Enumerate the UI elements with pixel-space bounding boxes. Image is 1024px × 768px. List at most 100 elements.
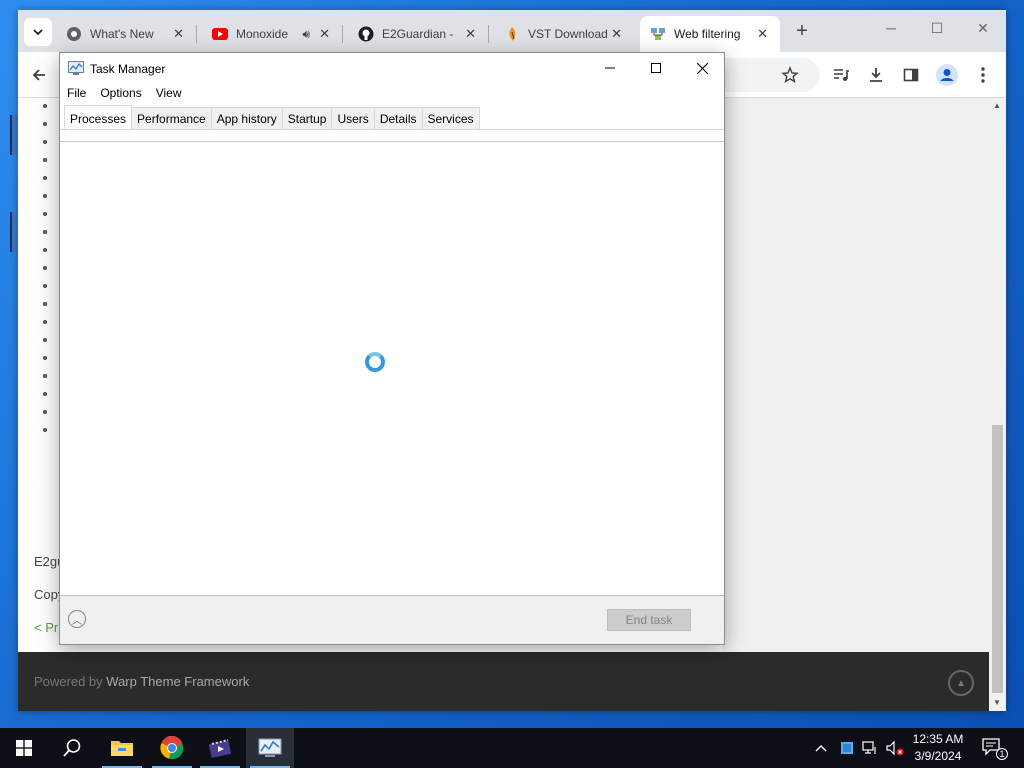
profile-button[interactable] bbox=[934, 62, 960, 88]
window-title: Task Manager bbox=[90, 62, 166, 76]
tab-vst-download[interactable]: VST Download ✕ bbox=[494, 18, 634, 50]
side-panel-icon bbox=[903, 68, 919, 82]
show-hidden-icons-button[interactable] bbox=[814, 728, 828, 768]
footer-prefix: Powered by bbox=[34, 674, 103, 689]
network-icon bbox=[650, 26, 666, 42]
task-manager-window: Task Manager File Options View Processes… bbox=[59, 52, 725, 645]
back-button[interactable] bbox=[26, 62, 52, 88]
more-vertical-icon bbox=[981, 67, 985, 83]
tab-e2guardian[interactable]: E2Guardian - ✕ bbox=[348, 18, 489, 50]
tab-web-filtering[interactable]: Web filtering ✕ bbox=[640, 16, 780, 52]
taskbar-chrome[interactable] bbox=[148, 728, 196, 768]
notification-count-badge: 1 bbox=[996, 748, 1008, 760]
scroll-to-top-button[interactable]: ▲ bbox=[948, 670, 974, 696]
app-tray-icon bbox=[841, 742, 853, 754]
file-explorer-icon bbox=[111, 741, 133, 756]
tab-search-button[interactable] bbox=[24, 18, 52, 46]
close-icon[interactable]: ✕ bbox=[465, 26, 476, 42]
scroll-thumb[interactable] bbox=[992, 425, 1003, 693]
tab-users[interactable]: Users bbox=[331, 107, 375, 129]
network-icon bbox=[862, 741, 876, 754]
bullet-list bbox=[43, 104, 47, 446]
bookmark-star-button[interactable] bbox=[777, 62, 803, 88]
menu-bar: File Options View bbox=[60, 83, 189, 103]
new-tab-button[interactable]: + bbox=[790, 20, 814, 44]
chrome-icon bbox=[66, 26, 82, 42]
fl-studio-icon bbox=[504, 26, 520, 42]
fewer-details-button[interactable]: ︿ bbox=[68, 610, 86, 628]
close-icon[interactable]: ✕ bbox=[757, 26, 768, 42]
previous-link[interactable]: < Pr bbox=[34, 620, 58, 635]
menu-options[interactable]: Options bbox=[93, 83, 148, 103]
search-icon bbox=[63, 739, 81, 757]
notifications-button[interactable]: 1 bbox=[982, 738, 1008, 760]
youtube-icon bbox=[212, 26, 228, 42]
taskbar-file-explorer[interactable] bbox=[98, 728, 146, 768]
maximize-button[interactable]: ☐ bbox=[914, 20, 960, 40]
task-manager-icon bbox=[258, 738, 282, 757]
close-window-button[interactable]: ✕ bbox=[960, 20, 1006, 40]
close-icon[interactable]: ✕ bbox=[173, 26, 184, 42]
maximize-button[interactable] bbox=[633, 53, 679, 83]
taskbar: 12:35 AM 3/9/2024 1 bbox=[0, 728, 1024, 768]
chevron-down-icon bbox=[33, 29, 43, 36]
task-manager-titlebar[interactable]: Task Manager bbox=[60, 53, 724, 83]
maximize-icon bbox=[651, 63, 661, 73]
page-sidebar-area bbox=[722, 98, 989, 652]
footer-text: Powered by Warp Theme Framework bbox=[34, 674, 249, 689]
media-control-button[interactable] bbox=[828, 62, 854, 88]
start-button[interactable] bbox=[0, 728, 48, 768]
side-panel-button[interactable] bbox=[898, 62, 924, 88]
scroll-down-arrow-icon[interactable]: ▼ bbox=[993, 698, 1001, 707]
chrome-icon bbox=[160, 736, 184, 760]
page-footer: Powered by Warp Theme Framework ▲ bbox=[18, 652, 989, 711]
task-manager-icon bbox=[68, 61, 84, 78]
tray-app-button[interactable] bbox=[840, 728, 854, 768]
close-icon[interactable]: ✕ bbox=[611, 26, 622, 42]
media-icon bbox=[209, 739, 231, 758]
tab-divider bbox=[60, 129, 724, 130]
menu-view[interactable]: View bbox=[149, 83, 189, 103]
close-button[interactable] bbox=[679, 53, 725, 83]
menu-button[interactable] bbox=[970, 62, 996, 88]
arrow-left-icon bbox=[32, 69, 45, 81]
task-manager-footer: ︿ End task bbox=[60, 595, 724, 644]
search-button[interactable] bbox=[48, 728, 96, 768]
footer-brand-link[interactable]: Warp Theme Framework bbox=[106, 674, 249, 689]
desktop-shortcut-icon[interactable] bbox=[10, 212, 18, 252]
tab-performance[interactable]: Performance bbox=[131, 107, 212, 129]
tab-title: Monoxide bbox=[236, 27, 289, 41]
tab-services[interactable]: Services bbox=[421, 107, 480, 129]
network-button[interactable] bbox=[862, 728, 878, 768]
volume-button[interactable] bbox=[886, 728, 904, 768]
playlist-music-icon bbox=[834, 69, 849, 81]
tab-processes[interactable]: Processes bbox=[64, 105, 133, 129]
taskbar-media-app[interactable] bbox=[196, 728, 244, 768]
system-clock[interactable]: 12:35 AM 3/9/2024 bbox=[906, 731, 970, 765]
triangle-up-icon: ▲ bbox=[956, 677, 966, 689]
download-icon bbox=[870, 68, 882, 82]
end-task-button[interactable]: End task bbox=[607, 609, 691, 631]
volume-muted-icon bbox=[886, 740, 904, 756]
close-icon[interactable]: ✕ bbox=[319, 26, 330, 42]
clock-time: 12:35 AM bbox=[912, 732, 964, 746]
tab-monoxide[interactable]: Monoxide 🔊︎ ✕ bbox=[202, 18, 343, 50]
star-icon bbox=[781, 66, 799, 83]
downloads-button[interactable] bbox=[863, 62, 889, 88]
menu-file[interactable]: File bbox=[60, 83, 93, 103]
speaker-icon[interactable]: 🔊︎ bbox=[302, 27, 310, 42]
close-icon bbox=[696, 62, 708, 74]
desktop-shortcut-icon[interactable] bbox=[10, 115, 18, 155]
tab-whats-new[interactable]: What's New ✕ bbox=[56, 18, 197, 50]
tab-app-history[interactable]: App history bbox=[210, 107, 283, 129]
tab-startup[interactable]: Startup bbox=[281, 107, 333, 129]
taskbar-task-manager[interactable] bbox=[246, 728, 294, 768]
processes-panel bbox=[60, 142, 724, 595]
tab-details[interactable]: Details bbox=[373, 107, 423, 129]
page-scrollbar[interactable]: ▲ ▼ bbox=[989, 98, 1006, 711]
tab-strip: What's New ✕ Monoxide 🔊︎ ✕ E2Guardian - … bbox=[18, 10, 1006, 52]
minimize-button[interactable]: ─ bbox=[868, 20, 914, 40]
scroll-up-arrow-icon[interactable]: ▲ bbox=[993, 101, 1001, 110]
windows-start-icon bbox=[16, 740, 32, 756]
minimize-button[interactable] bbox=[587, 53, 633, 83]
